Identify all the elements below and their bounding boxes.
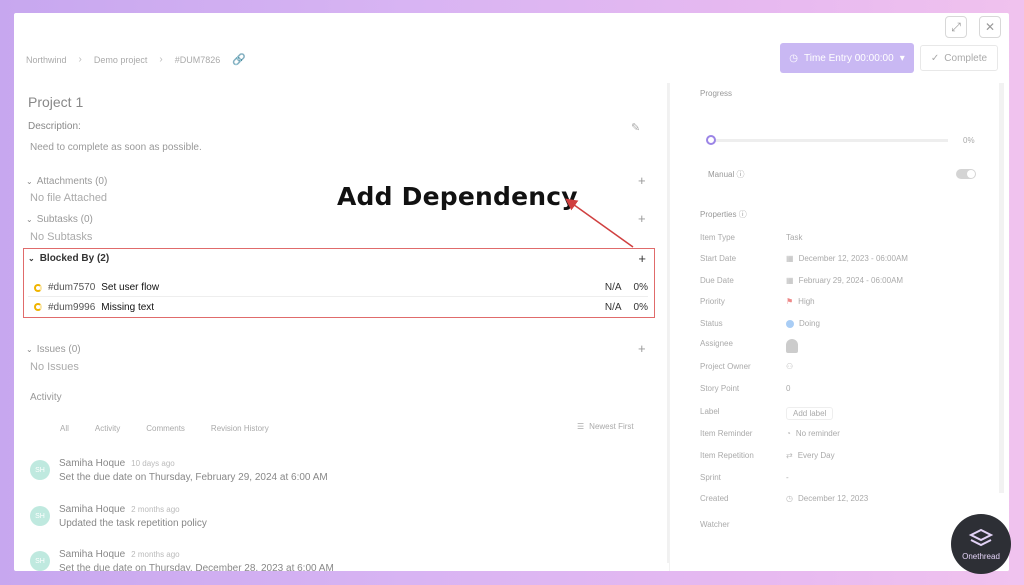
tab-comments[interactable]: Comments — [146, 424, 185, 433]
blocked-by-toggle[interactable]: ⌄ Blocked By (2) — [28, 253, 109, 264]
progress-slider-track[interactable] — [710, 139, 948, 142]
user-avatar-icon — [786, 339, 798, 353]
activity-title: Activity — [30, 392, 62, 403]
time-entry-label: Time Entry 00:00:00 — [804, 52, 894, 64]
tab-revision-history[interactable]: Revision History — [211, 424, 269, 433]
progress-value: 0% — [963, 136, 975, 145]
chevron-down-icon: ⌄ — [26, 177, 33, 186]
link-icon[interactable]: 🔗 — [232, 53, 246, 66]
status-progress-icon — [34, 303, 42, 311]
status-dot-icon — [786, 319, 794, 328]
attachments-section-toggle[interactable]: ⌄ Attachments (0) — [26, 176, 107, 187]
scrollbar[interactable] — [999, 83, 1004, 493]
sort-newest-first[interactable]: ☰ Newest First — [577, 422, 634, 431]
manual-label: Manual ⓘ — [708, 170, 745, 179]
dependency-row[interactable]: #dum9996 Missing text N/A 0% — [28, 298, 648, 316]
property-priority[interactable]: Priority ⚑ High — [700, 297, 1000, 311]
add-issue-icon[interactable]: + — [638, 341, 646, 356]
issues-section-toggle[interactable]: ⌄ Issues (0) — [26, 344, 81, 355]
brand-mark-icon — [968, 528, 994, 546]
issues-empty: No Issues — [30, 361, 79, 373]
calendar-icon: ▦ — [786, 276, 794, 285]
add-dependency-icon[interactable]: + — [638, 251, 646, 266]
info-icon: ⓘ — [736, 170, 745, 179]
blocked-by-section: ⌄ Blocked By (2) + #dum7570 Set user flo… — [23, 248, 655, 318]
properties-label: Properties ⓘ — [700, 210, 747, 219]
flag-icon: ⚑ — [786, 297, 794, 306]
breadcrumb: Northwind › Demo project › #DUM7826 🔗 — [26, 53, 246, 66]
avatar: SH — [30, 460, 50, 480]
status-progress-icon — [34, 283, 42, 292]
add-dependency-annotation: Add Dependency — [337, 182, 578, 211]
task-title[interactable]: Project 1 — [28, 94, 83, 110]
chevron-down-icon: ⌄ — [26, 215, 33, 224]
breadcrumb-workspace[interactable]: Northwind — [26, 55, 67, 65]
property-project-owner[interactable]: Project Owner ⚇ — [700, 362, 1000, 376]
property-label[interactable]: Label Add label — [700, 407, 1000, 421]
manual-toggle[interactable] — [956, 169, 976, 179]
sort-icon: ☰ — [577, 422, 585, 431]
repeat-icon: ⇄ — [786, 451, 793, 460]
clock-icon: ◷ — [786, 494, 793, 503]
properties-pane: Progress 0% Manual ⓘ Properties ⓘ Item T… — [669, 83, 1009, 571]
chevron-down-icon: ⌄ — [26, 345, 33, 354]
task-modal: ⤢ ✕ Northwind › Demo project › #DUM7826 … — [14, 13, 1009, 571]
tab-activity[interactable]: Activity — [95, 424, 120, 433]
onethread-logo: Onethread — [951, 514, 1011, 574]
activity-item: SH Samiha Hoque 10 days ago Set the due d… — [30, 458, 630, 494]
add-subtask-icon[interactable]: + — [638, 211, 646, 226]
breadcrumb-task-id[interactable]: #DUM7826 — [175, 55, 221, 65]
property-status[interactable]: Status Doing — [700, 319, 1000, 333]
close-icon[interactable]: ✕ — [979, 16, 1001, 38]
chevron-right-icon: › — [159, 54, 163, 65]
bell-icon: ◔ — [786, 429, 791, 438]
edit-icon[interactable]: ✎ — [631, 121, 640, 134]
calendar-icon: ▦ — [786, 254, 794, 263]
check-icon: ✓ — [930, 52, 940, 64]
activity-item: SH Samiha Hoque 2 months ago Updated the … — [30, 504, 630, 540]
property-assignee[interactable]: Assignee — [700, 339, 1000, 353]
subtasks-empty: No Subtasks — [30, 231, 93, 243]
add-attachment-icon[interactable]: + — [638, 173, 646, 188]
property-created: Created ◷ December 12, 2023 — [700, 494, 869, 503]
chevron-right-icon: › — [78, 54, 82, 65]
property-item-type[interactable]: Item Type Task — [700, 233, 1000, 247]
complete-button[interactable]: ✓ Complete — [920, 45, 998, 71]
brand-name: Onethread — [962, 551, 1000, 561]
description-text[interactable]: Need to complete as soon as possible. — [30, 142, 202, 153]
info-icon: ⓘ — [738, 210, 747, 219]
property-sprint[interactable]: Sprint - — [700, 473, 1000, 487]
complete-label: Complete — [944, 52, 988, 64]
caret-down-icon: ▾ — [899, 52, 905, 64]
property-item-repetition[interactable]: Item Repetition ⇄ Every Day — [700, 451, 1000, 465]
breadcrumb-project[interactable]: Demo project — [94, 55, 148, 65]
progress-label: Progress — [700, 89, 733, 98]
attachments-empty: No file Attached — [30, 192, 108, 204]
dependency-row[interactable]: #dum7570 Set user flow N/A 0% — [28, 279, 648, 297]
property-start-date[interactable]: Start Date ▦ December 12, 2023 - 06:00AM — [700, 254, 1000, 268]
tab-all[interactable]: All — [60, 424, 69, 433]
activity-item: SH Samiha Hoque 2 months ago Set the due … — [30, 549, 630, 571]
chevron-down-icon: ⌄ — [28, 254, 35, 263]
avatar: SH — [30, 551, 50, 571]
description-label: Description: — [28, 121, 81, 132]
task-detail-pane: Project 1 Description: ✎ Need to complet… — [14, 83, 659, 571]
property-story-point[interactable]: Story Point 0 — [700, 384, 1000, 398]
user-icon: ⚇ — [786, 362, 794, 371]
property-due-date[interactable]: Due Date ▦ February 29, 2024 - 06:00AM — [700, 276, 1000, 290]
subtasks-section-toggle[interactable]: ⌄ Subtasks (0) — [26, 214, 93, 225]
property-item-reminder[interactable]: Item Reminder ◔ No reminder — [700, 429, 1000, 443]
add-label-button[interactable]: Add label — [786, 407, 834, 420]
maximize-icon[interactable]: ⤢ — [945, 16, 967, 38]
time-entry-button[interactable]: ◷ Time Entry 00:00:00 ▾ — [780, 43, 914, 73]
avatar: SH — [30, 506, 50, 526]
progress-slider-handle[interactable] — [706, 135, 716, 145]
clock-icon: ◷ — [789, 52, 798, 64]
activity-tabs: All Activity Comments Revision History — [60, 424, 269, 433]
